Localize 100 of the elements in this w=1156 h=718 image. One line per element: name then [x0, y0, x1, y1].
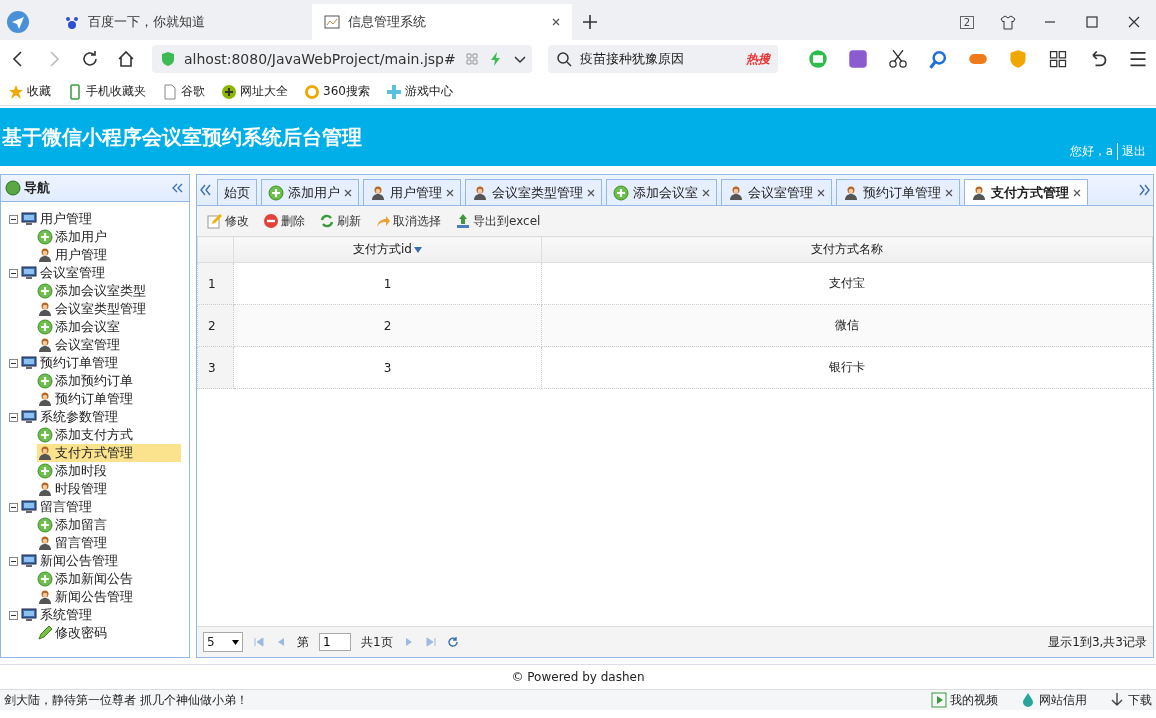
tab-close-icon[interactable]: [446, 188, 454, 197]
collapse-toggle-icon[interactable]: [9, 268, 18, 278]
status-item[interactable]: 网站信用: [1020, 691, 1087, 709]
tree-item[interactable]: 支付方式管理: [37, 444, 181, 462]
tree-item[interactable]: 修改密码: [37, 624, 181, 642]
hot-search-label[interactable]: 热搜: [746, 50, 770, 68]
scissors-icon[interactable]: [888, 49, 908, 69]
column-title: 支付方式id: [353, 241, 412, 258]
search-icon: [556, 51, 572, 67]
collapse-toggle-icon[interactable]: [9, 556, 18, 566]
page-number-field[interactable]: 1: [319, 633, 351, 651]
tab-close-icon[interactable]: [1073, 188, 1081, 197]
download-icon: [1109, 692, 1125, 708]
page-tab[interactable]: 支付方式管理: [964, 179, 1088, 205]
toolbar-button[interactable]: 修改: [207, 212, 249, 230]
tab-close-icon[interactable]: [552, 18, 560, 26]
page-label: 第: [297, 633, 309, 651]
page-tab[interactable]: 始页: [217, 179, 257, 205]
browser-tab[interactable]: 信息管理系统: [312, 4, 572, 40]
plus-circle-icon: [268, 184, 284, 201]
tab-close-icon[interactable]: [344, 188, 352, 197]
tree-item[interactable]: 预约订单管理: [37, 390, 181, 408]
tree-item[interactable]: 添加预约订单: [37, 372, 181, 390]
maximize-icon[interactable]: [1084, 14, 1100, 30]
bookmark-link[interactable]: 网址大全: [240, 83, 288, 100]
home-icon[interactable]: [116, 49, 136, 69]
close-icon[interactable]: [1126, 14, 1142, 30]
search-field[interactable]: 疫苗接种犹豫原因 热搜: [548, 45, 778, 73]
toolbar-button[interactable]: 导出到excel: [455, 212, 541, 230]
plus-circle-icon: [37, 571, 53, 587]
tab-close-icon[interactable]: [702, 188, 710, 197]
shirt-icon[interactable]: [1000, 14, 1016, 30]
page-tab[interactable]: 会议室管理: [721, 179, 832, 205]
bookmark-link[interactable]: 游戏中心: [404, 83, 453, 100]
bookmark-link[interactable]: 谷歌: [181, 83, 205, 100]
tree-group[interactable]: 系统管理: [9, 606, 189, 624]
toolbar-button[interactable]: 删除: [263, 212, 305, 230]
sort-down-icon[interactable]: [413, 246, 422, 253]
apps-grid-icon[interactable]: [1048, 49, 1068, 69]
tree-group[interactable]: 用户管理: [9, 210, 189, 228]
tree-item[interactable]: 添加会议室: [37, 318, 181, 336]
bookmark-link[interactable]: 360搜索: [323, 83, 370, 100]
collapse-toggle-icon[interactable]: [9, 358, 18, 368]
column-header[interactable]: 支付方式名称: [541, 236, 1153, 263]
tree-group[interactable]: 新闻公告管理: [9, 552, 189, 570]
tab-close-icon[interactable]: [587, 188, 595, 197]
tab-close-icon[interactable]: [817, 188, 825, 197]
tree-item[interactable]: 会议室类型管理: [37, 300, 181, 318]
bookmark-link[interactable]: 收藏: [27, 83, 51, 100]
new-tab-icon[interactable]: [580, 12, 600, 32]
page-tab[interactable]: 预约订单管理: [836, 179, 960, 205]
collapse-toggle-icon[interactable]: [9, 412, 18, 422]
user-icon: [37, 481, 53, 497]
reload-icon[interactable]: [80, 49, 100, 69]
status-item[interactable]: 我的视频: [931, 691, 998, 709]
column-header[interactable]: 支付方式id: [233, 236, 542, 263]
tree-item[interactable]: 时段管理: [37, 480, 181, 498]
tab-close-icon[interactable]: [945, 188, 953, 197]
drop-icon: [1020, 692, 1036, 708]
tree-item[interactable]: 留言管理: [37, 534, 181, 552]
toolbar-button[interactable]: 刷新: [319, 212, 361, 230]
tree-group[interactable]: 留言管理: [9, 498, 189, 516]
browser-logo-icon: [6, 10, 30, 34]
menu-icon[interactable]: [1128, 49, 1148, 69]
refresh-icon[interactable]: [446, 636, 459, 648]
tree-item[interactable]: 添加支付方式: [37, 426, 181, 444]
row-number: 2: [197, 304, 234, 347]
tree-item[interactable]: 新闻公告管理: [37, 588, 181, 606]
page-tab[interactable]: 会议室类型管理: [465, 179, 602, 205]
collapse-toggle-icon[interactable]: [9, 214, 18, 224]
tab-count[interactable]: 2: [959, 15, 974, 29]
tree-item[interactable]: 添加时段: [37, 462, 181, 480]
status-item[interactable]: 下载: [1109, 691, 1152, 709]
user-icon: [971, 184, 987, 201]
tree-item[interactable]: 会议室管理: [37, 336, 181, 354]
user-icon: [370, 184, 386, 201]
tree-item[interactable]: 添加留言: [37, 516, 181, 534]
monitor-icon: [21, 265, 37, 281]
page-tab[interactable]: 添加会议室: [606, 179, 717, 205]
page-tab[interactable]: 用户管理: [363, 179, 461, 205]
page-size-select[interactable]: 5: [203, 632, 243, 652]
page-total: 共1页: [361, 633, 393, 651]
magnifier-icon[interactable]: [928, 49, 948, 69]
edit-icon: [207, 213, 223, 229]
address-field[interactable]: alhost:8080/JavaWebProject/main.jsp#: [152, 45, 532, 73]
tree-item[interactable]: 添加新闻公告: [37, 570, 181, 588]
tree-item[interactable]: 添加会议室类型: [37, 282, 181, 300]
monitor-icon: [21, 607, 37, 623]
tree-item[interactable]: 用户管理: [37, 246, 181, 264]
tree-group[interactable]: 系统参数管理: [9, 408, 189, 426]
collapse-toggle-icon[interactable]: [9, 610, 18, 620]
collapse-toggle-icon[interactable]: [9, 502, 18, 512]
browser-tab[interactable]: 百度一下，你就知道: [52, 4, 312, 40]
toolbar-button[interactable]: 取消选择: [375, 212, 441, 230]
user-icon: [37, 535, 53, 551]
tree-group[interactable]: 预约订单管理: [9, 354, 189, 372]
bookmark-link[interactable]: 手机收藏夹: [86, 83, 146, 100]
tree-item[interactable]: 添加用户: [37, 228, 181, 246]
page-tab[interactable]: 添加用户: [261, 179, 359, 205]
tree-group[interactable]: 会议室管理: [9, 264, 189, 282]
